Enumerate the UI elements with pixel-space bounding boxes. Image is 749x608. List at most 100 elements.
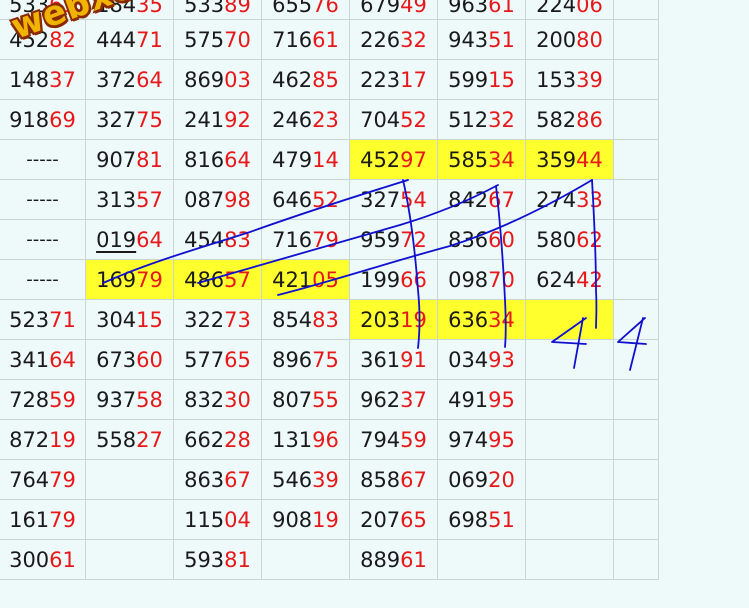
result-cell — [614, 20, 659, 60]
number-head-digits: 858 — [360, 467, 401, 492]
result-cell: 863 67 — [174, 460, 262, 500]
number-head-digits: 153 — [536, 67, 577, 92]
empty-result-dash: ----- — [26, 149, 59, 170]
result-cell: ----- — [0, 140, 86, 180]
number-tail-digits: 95 — [488, 427, 515, 452]
result-cell: 918 69 — [0, 100, 86, 140]
result-cell: 836 60 — [438, 220, 526, 260]
result-cell: 937 58 — [86, 380, 174, 420]
result-cell: 512 32 — [438, 100, 526, 140]
number-tail-digits: 30 — [224, 387, 251, 412]
result-cell: 575 70 — [174, 20, 262, 60]
number-tail-digits: 27 — [136, 427, 163, 452]
number-tail-digits: 35 — [136, 0, 163, 17]
result-cell: 582 86 — [526, 100, 614, 140]
number-tail-digits: 85 — [312, 67, 339, 92]
number-tail-digits: 32 — [488, 107, 515, 132]
result-cell — [614, 340, 659, 380]
number-head-digits: 226 — [360, 27, 401, 52]
result-cell: 087 98 — [174, 180, 262, 220]
result-cell: 300 61 — [0, 540, 86, 580]
result-cell: ----- — [0, 220, 86, 260]
number-tail-digits: 51 — [488, 507, 515, 532]
number-tail-digits: 75 — [136, 107, 163, 132]
number-tail-digits: 83 — [312, 307, 339, 332]
result-cell: 372 64 — [86, 60, 174, 100]
result-cell — [526, 340, 614, 380]
number-head-digits: 019 — [96, 227, 137, 252]
number-head-digits: 444 — [96, 27, 137, 52]
result-cell: 479 14 — [262, 140, 350, 180]
number-head-digits: 115 — [184, 507, 225, 532]
number-tail-digits: 69 — [49, 107, 76, 132]
number-tail-digits: 19 — [400, 307, 427, 332]
result-cell: 203 19 — [350, 300, 438, 340]
result-cell: 546 39 — [262, 460, 350, 500]
result-cell: 943 51 — [438, 20, 526, 60]
number-tail-digits: 65 — [400, 507, 427, 532]
number-head-digits: 512 — [448, 107, 489, 132]
number-head-digits: 533 — [9, 0, 50, 17]
number-tail-digits: 37 — [400, 387, 427, 412]
number-head-digits: 479 — [272, 147, 313, 172]
result-cell: 359 44 — [526, 140, 614, 180]
result-cell: 858 67 — [350, 460, 438, 500]
number-head-digits: 963 — [448, 0, 489, 17]
result-cell — [614, 180, 659, 220]
number-tail-digits: 63 — [49, 0, 76, 17]
number-head-digits: 148 — [9, 67, 50, 92]
empty-result-dash: ----- — [26, 269, 59, 290]
result-cell: 161 79 — [0, 500, 86, 540]
number-tail-digits: 28 — [224, 427, 251, 452]
number-tail-digits: 71 — [49, 307, 76, 332]
result-cell: 704 52 — [350, 100, 438, 140]
number-tail-digits: 64 — [136, 227, 163, 252]
result-cell: 533 63 — [0, 0, 86, 20]
number-head-digits: 087 — [184, 187, 225, 212]
number-tail-digits: 60 — [488, 227, 515, 252]
lottery-results-grid: 533 63 184 35 533 89 655 76 679 49 963 61 224 06 452 82… — [0, 0, 749, 608]
result-cell: 816 64 — [174, 140, 262, 180]
result-cell: 034 93 — [438, 340, 526, 380]
result-cell: 153 39 — [526, 60, 614, 100]
result-cell: 593 81 — [174, 540, 262, 580]
number-head-digits: 662 — [184, 427, 225, 452]
number-head-digits: 341 — [9, 347, 50, 372]
number-head-digits: 962 — [360, 387, 401, 412]
result-cell: ----- — [0, 180, 86, 220]
number-head-digits: 728 — [9, 387, 50, 412]
result-cell: 462 85 — [262, 60, 350, 100]
number-head-digits: 907 — [96, 147, 137, 172]
result-cell: 491 95 — [438, 380, 526, 420]
number-tail-digits: 49 — [400, 0, 427, 17]
number-tail-digits: 93 — [488, 347, 515, 372]
result-cell: 974 95 — [438, 420, 526, 460]
empty-result-dash: ----- — [26, 189, 59, 210]
number-head-digits: 327 — [360, 187, 401, 212]
result-cell: 069 20 — [438, 460, 526, 500]
number-head-digits: 716 — [272, 27, 313, 52]
result-cell — [438, 540, 526, 580]
number-tail-digits: 66 — [400, 267, 427, 292]
number-head-digits: 698 — [448, 507, 489, 532]
number-head-digits: 679 — [360, 0, 401, 17]
result-cell: 226 32 — [350, 20, 438, 60]
number-tail-digits: 61 — [312, 27, 339, 52]
number-head-digits: 069 — [448, 467, 489, 492]
number-head-digits: 599 — [448, 67, 489, 92]
number-tail-digits: 23 — [312, 107, 339, 132]
number-head-digits: 816 — [184, 147, 225, 172]
number-head-digits: 246 — [272, 107, 313, 132]
number-head-digits: 836 — [448, 227, 489, 252]
result-cell: 148 37 — [0, 60, 86, 100]
number-tail-digits: 15 — [136, 307, 163, 332]
result-cell: 199 66 — [350, 260, 438, 300]
number-tail-digits: 64 — [49, 347, 76, 372]
number-head-digits: 704 — [360, 107, 401, 132]
number-head-digits: 274 — [536, 187, 577, 212]
result-cell: 454 83 — [174, 220, 262, 260]
result-cell: 832 30 — [174, 380, 262, 420]
result-cell: 655 76 — [262, 0, 350, 20]
result-cell: 896 75 — [262, 340, 350, 380]
result-cell: 184 35 — [86, 0, 174, 20]
